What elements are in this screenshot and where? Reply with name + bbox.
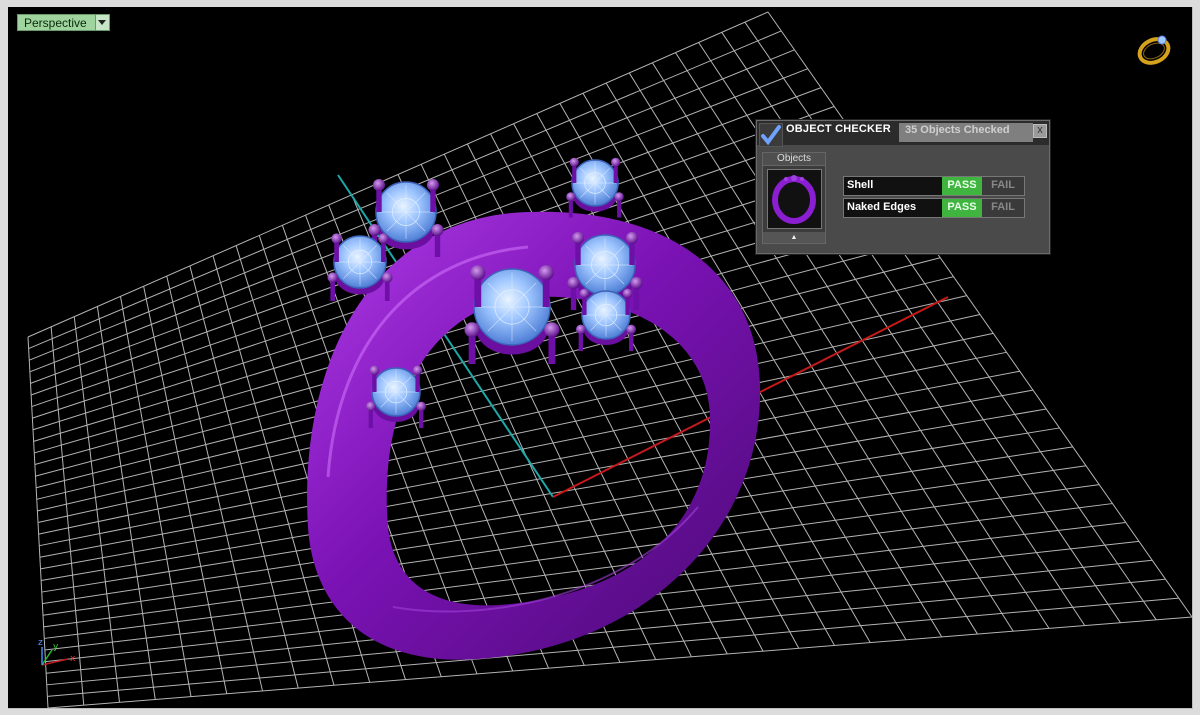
prong-tip [630,277,643,289]
prong-tip [431,224,444,236]
prong-tip [382,272,393,283]
prong-tip [622,288,633,299]
grid-line [42,446,1073,605]
axis-triad-icon: x y z [38,638,76,666]
pass-badge[interactable]: PASS [942,177,982,195]
prong-tip [611,157,621,167]
gemstone-setting [464,265,560,364]
pass-badge[interactable]: PASS [942,199,982,217]
prong-tip [378,233,389,244]
test-row-naked-edges: Naked Edges PASS FAIL [843,198,1025,218]
prong-tip [464,322,480,338]
grid-line [744,21,1157,621]
scroll-up-icon[interactable]: ▲ [763,232,825,243]
fail-badge[interactable]: FAIL [982,199,1024,217]
viewport-title-tab[interactable]: Perspective [17,14,110,31]
objects-checked-count: 35 Objects Checked [899,123,1033,142]
grid-line [41,427,1060,593]
chevron-down-icon[interactable] [95,14,110,31]
close-icon[interactable]: x [1033,124,1047,138]
objects-label: Objects [763,153,825,166]
prong-tip [567,277,580,289]
app-frame: x y z Perspective OBJECT CHECKER 35 Obje… [0,0,1200,715]
object-checker-panel: OBJECT CHECKER 35 Objects Checked x Obje… [756,120,1050,254]
prong-tip [572,232,584,244]
test-name: Shell [847,179,874,191]
gemstone-setting [576,288,636,351]
prong-tip [579,288,590,299]
prong-tip [626,232,638,244]
prong-tip [470,265,486,281]
checkmark-icon[interactable] [759,123,783,147]
3d-scene[interactable]: x y z [8,7,1192,708]
viewport-name[interactable]: Perspective [17,14,96,31]
fail-badge[interactable]: FAIL [982,177,1024,195]
prong-tip [327,272,338,283]
prong-tip [368,224,381,236]
perspective-viewport[interactable]: x y z Perspective [8,7,1193,709]
test-row-shell: Shell PASS FAIL [843,176,1025,196]
svg-text:z: z [38,638,43,648]
prong-tip [369,365,380,376]
panel-title: OBJECT CHECKER [786,123,891,135]
svg-text:y: y [53,642,59,652]
panel-header: OBJECT CHECKER 35 Objects Checked x [757,121,1049,147]
prong-tip [544,322,560,338]
prong-tip [614,192,624,202]
object-thumbnail[interactable] [767,169,822,229]
prong-tip [566,192,576,202]
gemstone-setting [566,157,624,218]
prong-tip [331,233,342,244]
prong-tip [412,365,423,376]
svg-text:x: x [70,654,76,664]
ring-logo-icon [1137,35,1171,65]
prong-tip [538,265,554,281]
test-name: Naked Edges [847,201,917,213]
prong-tip [427,179,439,191]
prong-tip [366,401,376,412]
objects-preview[interactable]: Objects ▲ [762,152,826,244]
grid-line [767,11,1192,618]
prong-tip [576,324,586,335]
prong-tip [373,179,385,191]
prong-tip [626,324,636,335]
prong-tip [416,401,427,412]
prong-tip [569,157,579,167]
